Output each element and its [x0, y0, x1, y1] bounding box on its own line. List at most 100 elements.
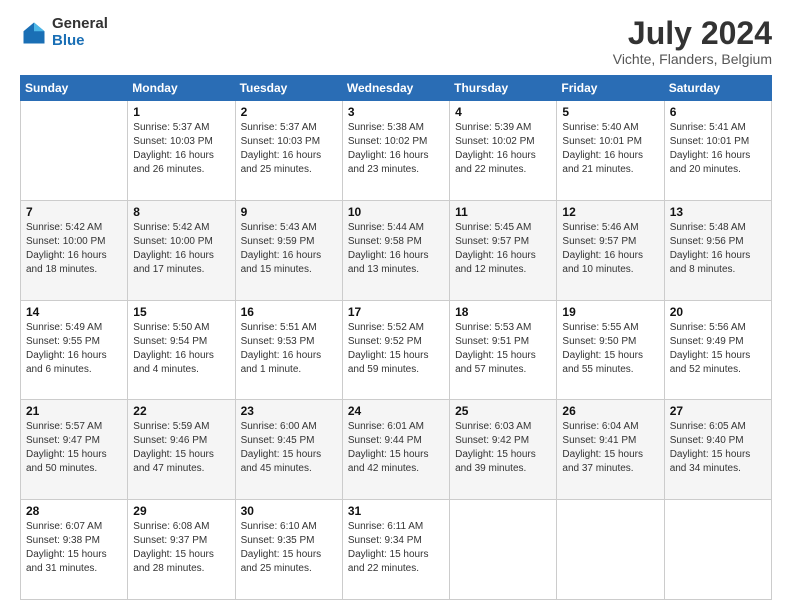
- day-info: Sunrise: 5:49 AMSunset: 9:55 PMDaylight:…: [26, 321, 122, 377]
- calendar-week: 21 Sunrise: 5:57 AMSunset: 9:47 PMDayligh…: [21, 400, 772, 500]
- calendar-table: SundayMondayTuesdayWednesdayThursdayFrid…: [20, 75, 772, 600]
- day-info: Sunrise: 5:44 AMSunset: 9:58 PMDaylight:…: [348, 221, 444, 277]
- day-header: Sunday: [21, 76, 128, 101]
- day-number: 21: [26, 404, 122, 418]
- calendar-cell: 18Sunrise: 5:53 AMSunset: 9:51 PMDayligh…: [450, 300, 557, 400]
- calendar-cell: 30 Sunrise: 6:10 AMSunset: 9:35 PMDayligh…: [235, 500, 342, 600]
- day-info: Sunrise: 5:40 AMSunset: 10:01 PMDaylight…: [562, 121, 658, 177]
- logo-blue: Blue: [52, 33, 108, 50]
- day-number: 30: [241, 504, 337, 518]
- calendar-cell: 20 Sunrise: 5:56 AMSunset: 9:49 PMDayligh…: [664, 300, 771, 400]
- day-number: 20: [670, 305, 766, 319]
- day-info: Sunrise: 5:57 AMSunset: 9:47 PMDaylight:…: [26, 420, 122, 476]
- day-info: Sunrise: 5:39 AMSunset: 10:02 PMDaylight…: [455, 121, 551, 177]
- day-number: 9: [241, 205, 337, 219]
- calendar-cell: 17 Sunrise: 5:52 AMSunset: 9:52 PMDayligh…: [342, 300, 449, 400]
- calendar-cell: 21 Sunrise: 5:57 AMSunset: 9:47 PMDayligh…: [21, 400, 128, 500]
- day-info: Sunrise: 6:10 AMSunset: 9:35 PMDaylight:…: [241, 520, 337, 576]
- calendar-cell: 3 Sunrise: 5:38 AMSunset: 10:02 PMDayligh…: [342, 101, 449, 201]
- day-info: Sunrise: 6:01 AMSunset: 9:44 PMDaylight:…: [348, 420, 444, 476]
- calendar-cell: 9Sunrise: 5:43 AMSunset: 9:59 PMDaylight…: [235, 200, 342, 300]
- day-header: Friday: [557, 76, 664, 101]
- calendar-cell: 28Sunrise: 6:07 AMSunset: 9:38 PMDayligh…: [21, 500, 128, 600]
- day-info: Sunrise: 6:05 AMSunset: 9:40 PMDaylight:…: [670, 420, 766, 476]
- calendar-week: 1Sunrise: 5:37 AMSunset: 10:03 PMDayligh…: [21, 101, 772, 201]
- calendar-cell: 11 Sunrise: 5:45 AMSunset: 9:57 PMDayligh…: [450, 200, 557, 300]
- day-info: Sunrise: 5:59 AMSunset: 9:46 PMDaylight:…: [133, 420, 229, 476]
- header-row: SundayMondayTuesdayWednesdayThursdayFrid…: [21, 76, 772, 101]
- day-info: Sunrise: 5:37 AMSunset: 10:03 PMDaylight…: [241, 121, 337, 177]
- day-info: Sunrise: 5:38 AMSunset: 10:02 PMDaylight…: [348, 121, 444, 177]
- calendar-cell: 22 Sunrise: 5:59 AMSunset: 9:46 PMDayligh…: [128, 400, 235, 500]
- day-number: 13: [670, 205, 766, 219]
- day-info: Sunrise: 5:46 AMSunset: 9:57 PMDaylight:…: [562, 221, 658, 277]
- calendar-cell: 31 Sunrise: 6:11 AMSunset: 9:34 PMDayligh…: [342, 500, 449, 600]
- calendar-cell: 19Sunrise: 5:55 AMSunset: 9:50 PMDayligh…: [557, 300, 664, 400]
- day-info: Sunrise: 6:11 AMSunset: 9:34 PMDaylight:…: [348, 520, 444, 576]
- day-info: Sunrise: 5:45 AMSunset: 9:57 PMDaylight:…: [455, 221, 551, 277]
- month-title: July 2024: [613, 16, 772, 51]
- day-number: 8: [133, 205, 229, 219]
- day-info: Sunrise: 5:55 AMSunset: 9:50 PMDaylight:…: [562, 321, 658, 377]
- day-number: 6: [670, 105, 766, 119]
- logo-general: General: [52, 16, 108, 33]
- calendar-cell: [664, 500, 771, 600]
- day-number: 17: [348, 305, 444, 319]
- day-info: Sunrise: 5:51 AMSunset: 9:53 PMDaylight:…: [241, 321, 337, 377]
- header: General Blue July 2024 Vichte, Flanders,…: [20, 16, 772, 67]
- day-info: Sunrise: 6:08 AMSunset: 9:37 PMDaylight:…: [133, 520, 229, 576]
- day-header: Monday: [128, 76, 235, 101]
- calendar-cell: 1Sunrise: 5:37 AMSunset: 10:03 PMDayligh…: [128, 101, 235, 201]
- day-number: 29: [133, 504, 229, 518]
- day-header: Tuesday: [235, 76, 342, 101]
- title-area: July 2024 Vichte, Flanders, Belgium: [613, 16, 772, 67]
- calendar-cell: 29 Sunrise: 6:08 AMSunset: 9:37 PMDayligh…: [128, 500, 235, 600]
- calendar-cell: 15Sunrise: 5:50 AMSunset: 9:54 PMDayligh…: [128, 300, 235, 400]
- day-info: Sunrise: 5:42 AMSunset: 10:00 PMDaylight…: [133, 221, 229, 277]
- day-number: 5: [562, 105, 658, 119]
- page: General Blue July 2024 Vichte, Flanders,…: [0, 0, 792, 612]
- calendar-cell: 5 Sunrise: 5:40 AMSunset: 10:01 PMDayligh…: [557, 101, 664, 201]
- day-number: 26: [562, 404, 658, 418]
- day-header: Saturday: [664, 76, 771, 101]
- calendar-cell: 6Sunrise: 5:41 AMSunset: 10:01 PMDayligh…: [664, 101, 771, 201]
- calendar-cell: 13Sunrise: 5:48 AMSunset: 9:56 PMDayligh…: [664, 200, 771, 300]
- calendar-cell: 27 Sunrise: 6:05 AMSunset: 9:40 PMDayligh…: [664, 400, 771, 500]
- location: Vichte, Flanders, Belgium: [613, 51, 772, 67]
- day-number: 10: [348, 205, 444, 219]
- calendar-cell: 25 Sunrise: 6:03 AMSunset: 9:42 PMDayligh…: [450, 400, 557, 500]
- day-number: 12: [562, 205, 658, 219]
- day-number: 31: [348, 504, 444, 518]
- calendar-week: 7Sunrise: 5:42 AMSunset: 10:00 PMDayligh…: [21, 200, 772, 300]
- day-number: 15: [133, 305, 229, 319]
- day-number: 3: [348, 105, 444, 119]
- calendar-cell: 10 Sunrise: 5:44 AMSunset: 9:58 PMDayligh…: [342, 200, 449, 300]
- calendar-cell: 12 Sunrise: 5:46 AMSunset: 9:57 PMDayligh…: [557, 200, 664, 300]
- day-number: 27: [670, 404, 766, 418]
- day-number: 23: [241, 404, 337, 418]
- day-number: 11: [455, 205, 551, 219]
- day-info: Sunrise: 5:37 AMSunset: 10:03 PMDaylight…: [133, 121, 229, 177]
- day-number: 2: [241, 105, 337, 119]
- calendar-cell: 16Sunrise: 5:51 AMSunset: 9:53 PMDayligh…: [235, 300, 342, 400]
- day-number: 14: [26, 305, 122, 319]
- calendar-week: 28Sunrise: 6:07 AMSunset: 9:38 PMDayligh…: [21, 500, 772, 600]
- day-header: Thursday: [450, 76, 557, 101]
- day-info: Sunrise: 6:03 AMSunset: 9:42 PMDaylight:…: [455, 420, 551, 476]
- day-number: 25: [455, 404, 551, 418]
- day-info: Sunrise: 5:52 AMSunset: 9:52 PMDaylight:…: [348, 321, 444, 377]
- calendar-cell: 8 Sunrise: 5:42 AMSunset: 10:00 PMDayligh…: [128, 200, 235, 300]
- day-info: Sunrise: 5:56 AMSunset: 9:49 PMDaylight:…: [670, 321, 766, 377]
- calendar-cell: 4 Sunrise: 5:39 AMSunset: 10:02 PMDayligh…: [450, 101, 557, 201]
- calendar-cell: 7Sunrise: 5:42 AMSunset: 10:00 PMDayligh…: [21, 200, 128, 300]
- day-info: Sunrise: 5:42 AMSunset: 10:00 PMDaylight…: [26, 221, 122, 277]
- calendar-cell: [21, 101, 128, 201]
- day-number: 4: [455, 105, 551, 119]
- calendar-cell: [557, 500, 664, 600]
- day-info: Sunrise: 5:53 AMSunset: 9:51 PMDaylight:…: [455, 321, 551, 377]
- calendar-week: 14 Sunrise: 5:49 AMSunset: 9:55 PMDayligh…: [21, 300, 772, 400]
- day-info: Sunrise: 6:04 AMSunset: 9:41 PMDaylight:…: [562, 420, 658, 476]
- day-number: 22: [133, 404, 229, 418]
- logo: General Blue: [20, 16, 108, 49]
- calendar-cell: 26 Sunrise: 6:04 AMSunset: 9:41 PMDayligh…: [557, 400, 664, 500]
